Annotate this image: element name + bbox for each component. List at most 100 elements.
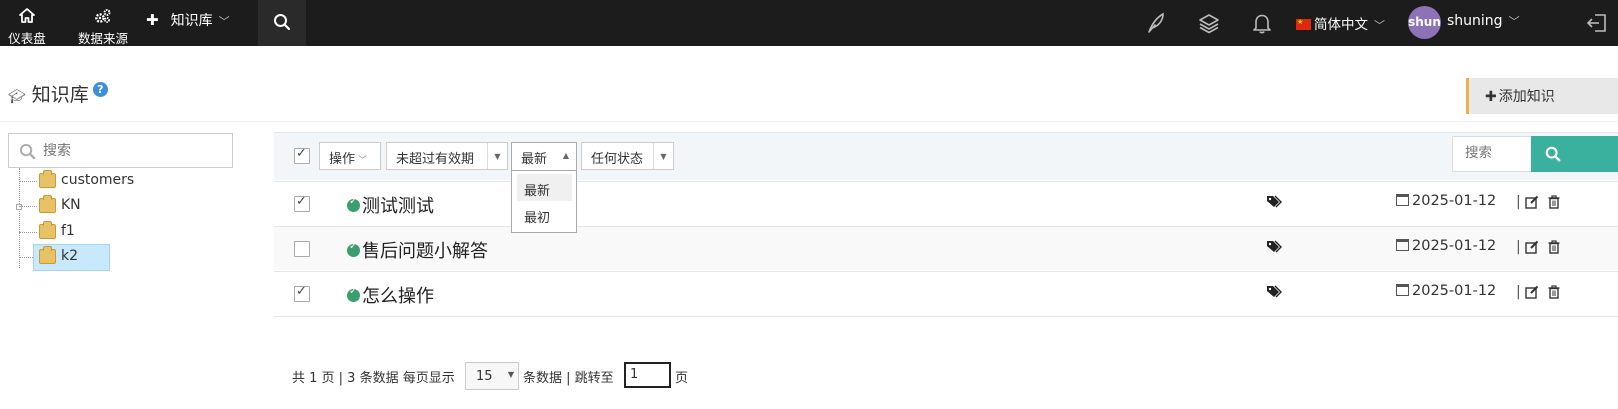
status-select[interactable]: 任何状态 ▼ (581, 142, 674, 170)
row-title[interactable]: 售后问题小解答 (362, 237, 488, 263)
tree-connector (19, 168, 20, 268)
tags-icon[interactable] (1266, 240, 1282, 254)
check-circle-icon (347, 196, 360, 212)
flag-cn-icon (1296, 18, 1311, 30)
row-date: 2025-01-12 (1396, 238, 1496, 254)
caret-down-icon: ▼ (487, 143, 507, 169)
sort-select[interactable]: 最新 ▲ (511, 142, 577, 172)
row-checkbox[interactable] (294, 241, 310, 257)
language-selector[interactable]: 简体中文 ﹀ (1296, 13, 1385, 33)
edit-icon[interactable] (1525, 285, 1539, 299)
row-title[interactable]: 测试测试 (362, 192, 434, 218)
search-icon (1545, 146, 1561, 162)
pagination-jump-label: 条数据 | 跳转至 (523, 371, 614, 386)
edit-icon[interactable] (1525, 195, 1539, 209)
logout-icon[interactable] (1586, 12, 1608, 34)
list-search-input[interactable] (1465, 145, 1525, 161)
tree-connector (19, 206, 37, 207)
chevron-down-icon: ﹀ (218, 15, 230, 28)
plus-icon: ✚ (1485, 89, 1497, 105)
sort-label: 最新 (521, 152, 548, 167)
nav-search-button[interactable] (258, 0, 306, 46)
check-circle-icon (347, 286, 360, 302)
avatar[interactable]: shun (1408, 6, 1441, 39)
edit-icon[interactable] (1525, 240, 1539, 254)
graduation-cap-icon: 🎓︎ (8, 89, 26, 105)
row-date: 2025-01-12 (1396, 193, 1496, 209)
feather-icon[interactable] (1146, 12, 1166, 34)
list-search-button[interactable] (1531, 136, 1618, 172)
caret-up-icon: ▲ (562, 151, 569, 160)
caret-down-icon: ▼ (653, 143, 673, 169)
trash-icon[interactable] (1548, 240, 1560, 254)
bell-icon[interactable] (1252, 12, 1272, 34)
status-label: 任何状态 (591, 152, 644, 167)
tags-icon[interactable] (1266, 285, 1282, 299)
nav-datasource[interactable]: 数据来源 (74, 0, 132, 46)
tags-icon[interactable] (1266, 195, 1282, 209)
nav-dashboard[interactable]: 仪表盘 (4, 0, 50, 46)
add-knowledge-button[interactable]: ✚ 添加知识 (1466, 78, 1618, 114)
tree-connector (19, 181, 37, 182)
folder-icon (39, 221, 56, 239)
check-circle-icon (347, 241, 360, 257)
layers-icon[interactable] (1198, 12, 1220, 34)
row-checkbox[interactable] (294, 194, 310, 212)
validity-label: 未超过有效期 (396, 152, 475, 167)
sort-option-oldest[interactable]: 最初 (517, 201, 572, 228)
select-all-checkbox[interactable] (294, 146, 310, 164)
row-checkbox[interactable] (294, 284, 310, 302)
table-row[interactable]: 怎么操作 2025-01-12 | (274, 271, 1618, 315)
top-navbar: 仪表盘 数据来源 ✚ 知识库 ﹀ 简体中文 ﹀ shun shuning ﹀ (0, 0, 1618, 46)
row-date: 2025-01-12 (1396, 283, 1496, 299)
username: shuning (1447, 13, 1503, 29)
search-icon (19, 143, 36, 160)
divider: | (1516, 284, 1521, 300)
sidebar-search[interactable] (8, 133, 233, 168)
nav-datasource-label: 数据来源 (77, 31, 128, 46)
caret-down-icon: ▼ (507, 370, 514, 379)
home-icon (4, 0, 50, 24)
folder-icon (39, 195, 56, 213)
tree-connector (19, 232, 37, 233)
tree-expander[interactable] (16, 204, 22, 210)
page-size-select[interactable]: 15 ▼ (465, 362, 519, 390)
trash-icon[interactable] (1548, 285, 1560, 299)
divider: | (1516, 194, 1521, 210)
language-label: 简体中文 (1314, 17, 1368, 33)
validity-select[interactable]: 未超过有效期 ▼ (386, 142, 508, 170)
row-date-text: 2025-01-12 (1412, 283, 1497, 299)
trash-icon[interactable] (1548, 195, 1560, 209)
table-row[interactable]: 测试测试 2025-01-12 | (274, 181, 1618, 225)
calendar-icon (1396, 239, 1409, 251)
tree-item-label: KN (61, 197, 81, 213)
row-date-text: 2025-01-12 (1412, 238, 1497, 254)
sort-option-newest[interactable]: 最新 (517, 174, 572, 201)
action-label: 操作 (329, 152, 356, 167)
table-row[interactable]: 售后问题小解答 2025-01-12 | (274, 226, 1618, 270)
plus-icon: ✚ (146, 11, 159, 29)
tree-item-label: k2 (61, 248, 79, 264)
chevron-down-icon: ﹀ (1374, 19, 1385, 32)
page-title: 🎓︎ 知识库? (8, 80, 108, 107)
nav-knowledge-label: 知识库 (170, 13, 213, 29)
question-icon[interactable]: ? (92, 82, 108, 97)
nav-dashboard-label: 仪表盘 (8, 31, 46, 46)
page-title-text: 知识库 (31, 84, 89, 106)
calendar-icon (1396, 194, 1409, 206)
user-menu[interactable]: shuning ﹀ (1447, 13, 1520, 29)
list-search[interactable] (1452, 136, 1532, 172)
nav-knowledge-base[interactable]: ✚ 知识库 ﹀ (146, 10, 230, 30)
sidebar-search-input[interactable] (43, 140, 223, 162)
search-icon (274, 14, 291, 31)
divider: | (1516, 239, 1521, 255)
action-dropdown[interactable]: 操作 ﹀ (319, 142, 381, 170)
calendar-icon (1396, 284, 1409, 296)
tree-item-label: customers (61, 172, 135, 188)
row-date-text: 2025-01-12 (1412, 193, 1497, 209)
row-title[interactable]: 怎么操作 (362, 282, 434, 308)
page-jump-input[interactable]: 1 (624, 362, 671, 388)
chevron-down-icon: ﹀ (1508, 15, 1520, 28)
sort-dropdown-menu: 最新 最初 (511, 170, 577, 233)
page-size-value: 15 (476, 369, 493, 384)
